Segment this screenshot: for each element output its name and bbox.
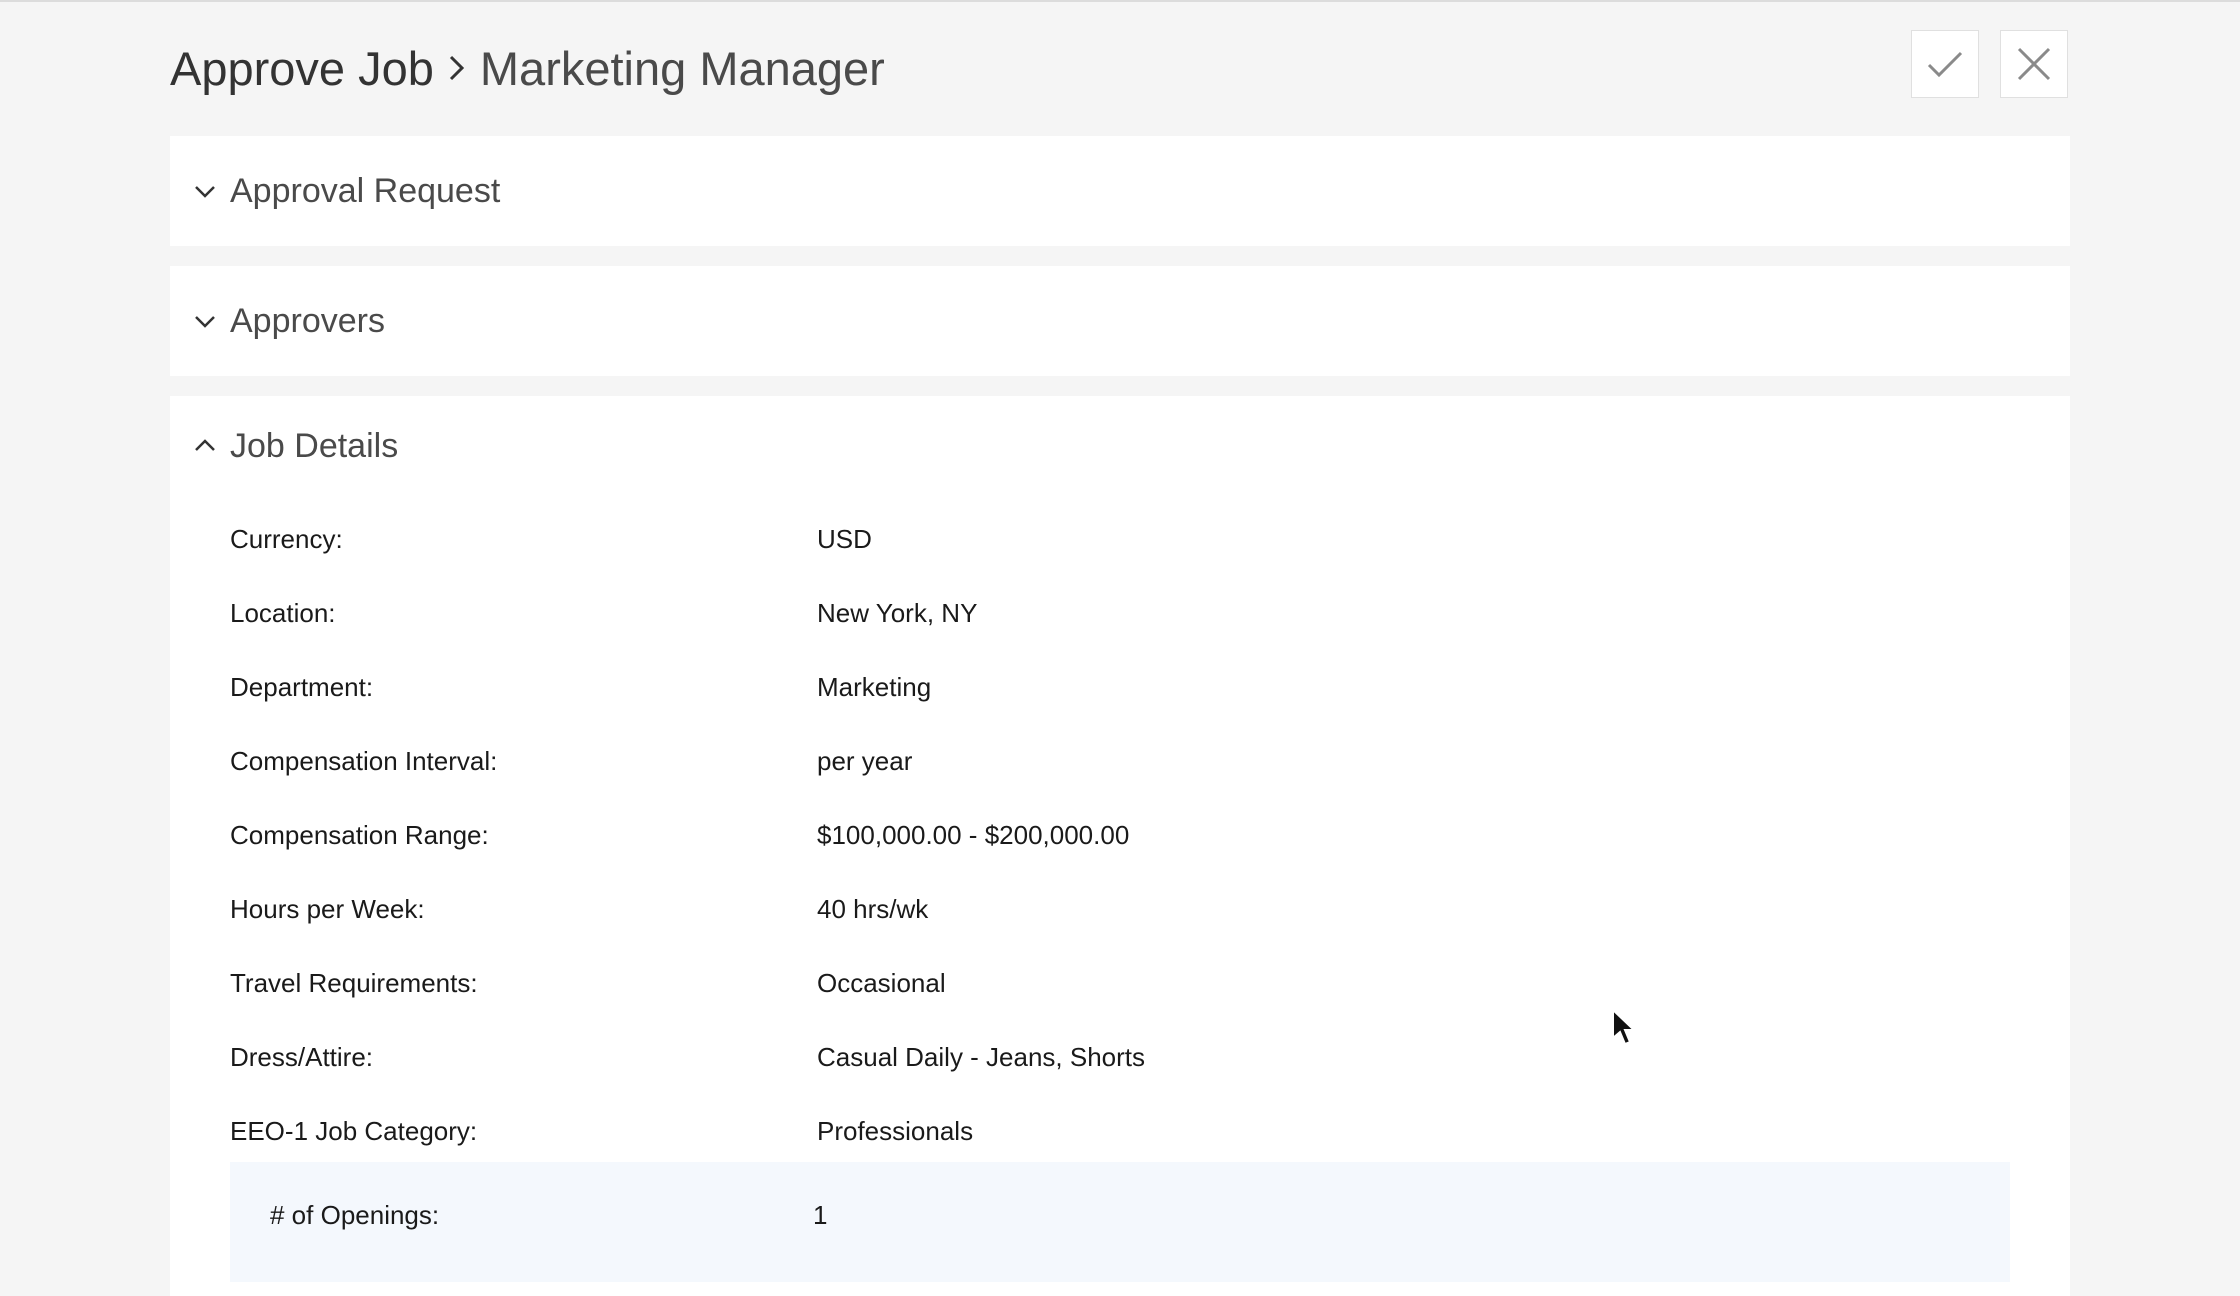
- chevron-down-icon: [195, 186, 215, 198]
- chevron-up-icon: [195, 439, 215, 451]
- section-header-job-details[interactable]: Job Details: [170, 396, 2070, 496]
- section-job-details: Job Details Currency: USD Location: New …: [170, 396, 2070, 1296]
- detail-label: EEO-1 Job Category:: [230, 1115, 478, 1146]
- detail-label: # of Openings:: [270, 1200, 440, 1230]
- detail-label: Compensation Interval:: [230, 745, 498, 776]
- breadcrumb-root[interactable]: Approve Job: [170, 41, 434, 96]
- reject-button[interactable]: [2000, 30, 2068, 98]
- job-details-list: Currency: USD Location: New York, NY Dep…: [230, 502, 2010, 1168]
- approve-button[interactable]: [1911, 30, 1979, 98]
- section-header-approval-request[interactable]: Approval Request: [170, 136, 2070, 246]
- page-title: Marketing Manager: [479, 41, 885, 95]
- section-approval-request: Approval Request: [170, 136, 2070, 246]
- section-title: Approval Request: [230, 171, 501, 210]
- checkmark-icon: [1927, 51, 1963, 78]
- detail-row-compensation-range: Compensation Range: $100,000.00 - $200,0…: [230, 798, 2010, 872]
- mouse-cursor-icon: [1612, 1008, 1637, 1046]
- detail-value: Casual Daily - Jeans, Shorts: [817, 1041, 1146, 1072]
- detail-row-eeo1-job-category: EEO-1 Job Category: Professionals: [230, 1094, 2010, 1168]
- detail-row-hours-per-week: Hours per Week: 40 hrs/wk: [230, 872, 2010, 946]
- detail-label: Department:: [230, 671, 374, 702]
- section-header-approvers[interactable]: Approvers: [170, 266, 2070, 376]
- detail-value: 1: [813, 1200, 828, 1230]
- detail-label: Travel Requirements:: [230, 967, 478, 998]
- detail-value: USD: [817, 523, 872, 554]
- breadcrumb: Approve Job Marketing Manager: [170, 36, 885, 100]
- chevron-right-icon: [434, 48, 480, 88]
- section-title: Approvers: [230, 301, 385, 340]
- detail-row-compensation-interval: Compensation Interval: per year: [230, 724, 2010, 798]
- detail-value: New York, NY: [817, 597, 978, 628]
- chevron-down-icon: [195, 316, 215, 328]
- detail-label: Dress/Attire:: [230, 1041, 374, 1072]
- detail-label: Hours per Week:: [230, 893, 425, 924]
- detail-row-location: Location: New York, NY: [230, 576, 2010, 650]
- detail-label: Location:: [230, 597, 336, 628]
- detail-label: Currency:: [230, 523, 343, 554]
- detail-row-openings: # of Openings: 1: [230, 1162, 2010, 1282]
- detail-label: Compensation Range:: [230, 819, 489, 850]
- close-icon: [2017, 47, 2051, 81]
- detail-value: Marketing: [817, 671, 932, 702]
- detail-row-department: Department: Marketing: [230, 650, 2010, 724]
- detail-row-travel-requirements: Travel Requirements: Occasional: [230, 946, 2010, 1020]
- detail-value: Occasional: [817, 967, 946, 998]
- detail-value: Professionals: [817, 1115, 974, 1146]
- detail-row-currency: Currency: USD: [230, 502, 2010, 576]
- detail-value: $100,000.00 - $200,000.00: [817, 819, 1130, 850]
- detail-row-dress-attire: Dress/Attire: Casual Daily - Jeans, Shor…: [230, 1020, 2010, 1094]
- detail-value: per year: [817, 745, 913, 776]
- section-title: Job Details: [230, 426, 399, 465]
- detail-value: 40 hrs/wk: [817, 893, 929, 924]
- section-approvers: Approvers: [170, 266, 2070, 376]
